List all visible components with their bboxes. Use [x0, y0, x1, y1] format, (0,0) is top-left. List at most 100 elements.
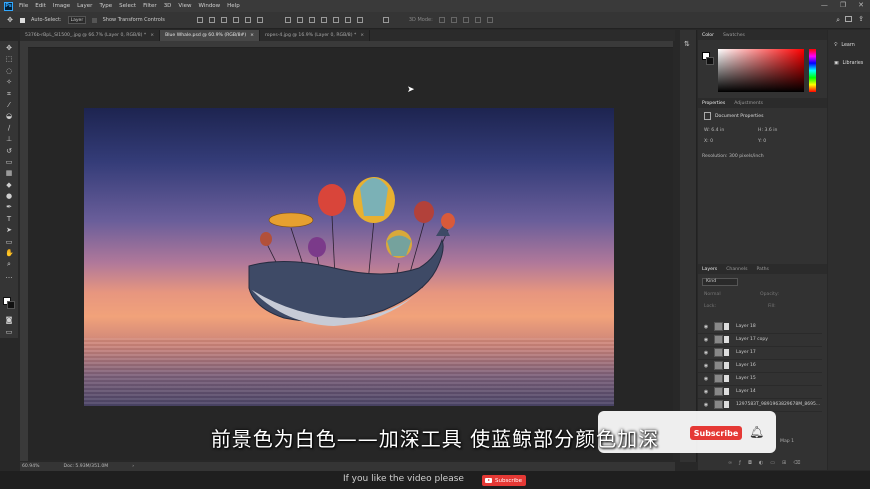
libraries-item[interactable]: ▣ Libraries	[834, 61, 863, 66]
visibility-eye-icon[interactable]: ◉	[702, 324, 710, 330]
align-bottom-icon[interactable]	[220, 17, 227, 23]
zoom-level[interactable]: 60.94%	[22, 464, 40, 469]
distribute-middle-icon[interactable]	[296, 17, 303, 23]
distribute-left-icon[interactable]	[320, 17, 327, 23]
crop-icon[interactable]: ⌗	[5, 90, 13, 98]
3d-slide-icon[interactable]	[474, 17, 481, 23]
fx-icon[interactable]: ƒ	[739, 460, 741, 466]
blend-mode-select[interactable]: Normal	[704, 292, 721, 297]
visibility-eye-icon[interactable]: ◉	[702, 350, 710, 356]
document-tab[interactable]: ropes-4.jpg @ 16.9% (Layer 0, RGB/8) * ×	[260, 30, 371, 41]
layer-row[interactable]: ◉ Layer 14	[698, 386, 822, 399]
y-field[interactable]: Y: 0	[758, 139, 766, 144]
menu-window[interactable]: Window	[198, 3, 220, 9]
history-panel-icon[interactable]: ⇅	[684, 40, 690, 48]
type-icon[interactable]: T	[5, 215, 13, 223]
history-brush-icon[interactable]: ↺	[5, 147, 13, 155]
brush-icon[interactable]: ∕	[5, 124, 13, 132]
menu-layer[interactable]: Layer	[77, 3, 92, 9]
3d-scale-icon[interactable]	[486, 17, 493, 23]
restore-icon[interactable]: ❐	[840, 1, 846, 9]
align-left-icon[interactable]	[232, 17, 239, 23]
status-arrow-icon[interactable]: ›	[132, 464, 134, 469]
layer-row[interactable]: ◉ 1297583T_9891963829678M_8695...	[698, 399, 822, 412]
tab-paths[interactable]: Paths	[756, 267, 769, 272]
menu-select[interactable]: Select	[119, 3, 136, 9]
adjustment-icon[interactable]: ◐	[759, 460, 763, 466]
shape-icon[interactable]: ▭	[5, 238, 13, 246]
lasso-icon[interactable]: ◌	[5, 67, 13, 75]
width-field[interactable]: W: 6.4 in	[704, 128, 724, 133]
visibility-eye-icon[interactable]: ◉	[702, 402, 710, 408]
clone-stamp-icon[interactable]: ⊥	[5, 135, 13, 143]
marquee-icon[interactable]: ⬚	[5, 55, 13, 63]
close-tab-icon[interactable]: ×	[360, 33, 364, 38]
document-canvas[interactable]	[84, 108, 614, 406]
distribute-center-icon[interactable]	[332, 17, 339, 23]
background-swatch[interactable]	[706, 57, 714, 65]
align-right-icon[interactable]	[256, 17, 263, 23]
menu-type[interactable]: Type	[99, 3, 112, 9]
layer-filter-select[interactable]: Kind	[702, 278, 738, 286]
hue-slider[interactable]	[809, 49, 816, 92]
tab-swatches[interactable]: Swatches	[723, 33, 745, 38]
visibility-eye-icon[interactable]: ◉	[702, 363, 710, 369]
menu-edit[interactable]: Edit	[35, 3, 46, 9]
show-transform-checkbox[interactable]	[91, 17, 97, 23]
distribute-top-icon[interactable]	[284, 17, 291, 23]
pen-icon[interactable]: ✒	[5, 203, 13, 211]
close-icon[interactable]: ✕	[858, 1, 864, 9]
visibility-eye-icon[interactable]: ◉	[702, 337, 710, 343]
path-selection-icon[interactable]: ➤	[5, 226, 13, 234]
zoom-icon[interactable]: ⌕	[5, 260, 13, 268]
tab-layers[interactable]: Layers	[702, 267, 717, 272]
gradient-icon[interactable]: ▦	[5, 169, 13, 177]
new-layer-icon[interactable]: ⊞	[782, 460, 786, 466]
workspace-icon[interactable]	[845, 16, 852, 22]
document-tab-active[interactable]: Blue Whale.psd @ 60.9% (RGB/8#) ×	[160, 30, 260, 41]
menu-file[interactable]: File	[19, 3, 28, 9]
minimize-icon[interactable]: —	[821, 1, 828, 9]
magic-wand-icon[interactable]: ✧	[5, 78, 13, 86]
menu-3d[interactable]: 3D	[164, 3, 172, 9]
layer-row[interactable]: ◉ Layer 15	[698, 373, 822, 386]
auto-select-checkbox[interactable]	[20, 17, 25, 23]
distribute-bottom-icon[interactable]	[308, 17, 315, 23]
group-icon[interactable]: ▭	[770, 460, 775, 466]
background-color-swatch[interactable]	[7, 301, 15, 309]
menu-image[interactable]: Image	[53, 3, 70, 9]
height-field[interactable]: H: 3.6 in	[758, 128, 777, 133]
3d-rotate-icon[interactable]	[438, 17, 445, 23]
tab-adjustments[interactable]: Adjustments	[734, 101, 763, 106]
screen-mode-icon[interactable]: ▭	[5, 328, 13, 336]
layer-row[interactable]: ◉ Layer 17	[698, 347, 822, 360]
eyedropper-icon[interactable]: ⁄	[5, 101, 13, 109]
delete-layer-icon[interactable]: ⌫	[793, 460, 800, 466]
visibility-eye-icon[interactable]: ◉	[702, 376, 710, 382]
auto-align-icon[interactable]	[356, 17, 363, 23]
search-icon[interactable]: ⌕	[836, 16, 840, 25]
youtube-subscribe-button[interactable]: Subscribe	[482, 475, 526, 486]
blur-icon[interactable]: ◆	[5, 181, 13, 189]
distribute-right-icon[interactable]	[344, 17, 351, 23]
layer-row[interactable]: ◉ Layer 16	[698, 360, 822, 373]
menu-view[interactable]: View	[178, 3, 191, 9]
dodge-burn-icon[interactable]: ●	[5, 192, 13, 200]
quick-mask-icon[interactable]: ◙	[5, 316, 13, 324]
x-field[interactable]: X: 0	[704, 139, 713, 144]
close-tab-icon[interactable]: ×	[250, 33, 254, 38]
tab-properties[interactable]: Properties	[702, 101, 725, 106]
layer-row[interactable]: ◉ Layer 17 copy	[698, 334, 822, 347]
more-options-icon[interactable]	[382, 17, 389, 23]
move-icon[interactable]: ✥	[5, 44, 13, 52]
layer-select[interactable]: Layer	[67, 16, 86, 24]
menu-help[interactable]: Help	[227, 3, 240, 9]
3d-drag-icon[interactable]	[462, 17, 469, 23]
align-middle-icon[interactable]	[208, 17, 215, 23]
document-tab[interactable]: 5376b-rBpL_Sl1500_.jpg @ 66.7% (Layer 0,…	[20, 30, 161, 41]
tab-color[interactable]: Color	[702, 33, 714, 38]
layer-row[interactable]: ◉ Layer 18	[698, 321, 822, 334]
visibility-eye-icon[interactable]: ◉	[702, 389, 710, 395]
color-picker-field[interactable]	[718, 49, 804, 92]
close-tab-icon[interactable]: ×	[150, 33, 154, 38]
